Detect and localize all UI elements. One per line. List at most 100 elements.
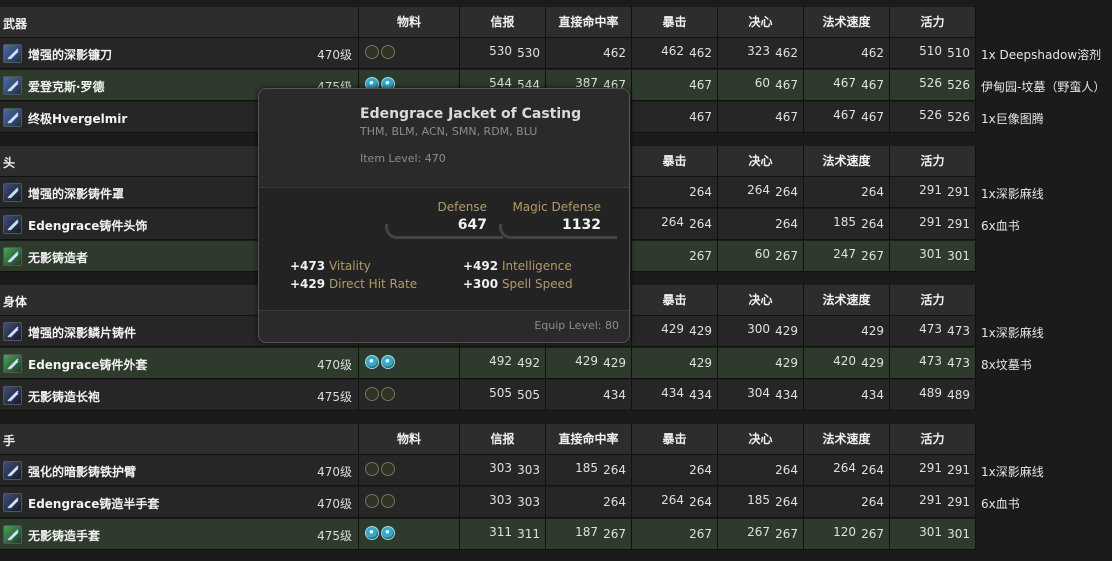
column-header-vitality[interactable]: 活力 (890, 146, 976, 177)
stat-cap-value: 462 (689, 46, 712, 60)
item-name[interactable]: 爱登克斯·罗德 (28, 78, 105, 95)
column-header-vitality[interactable]: 活力 (890, 7, 976, 38)
item-level: 475级 (317, 529, 352, 543)
stat-cap-value: 467 (775, 78, 798, 92)
column-header-vitality[interactable]: 活力 (890, 424, 976, 455)
column-header-crit_info[interactable]: 信报 (460, 424, 546, 455)
item-name[interactable]: 无影铸造长袍 (28, 388, 100, 405)
item-name[interactable]: 强化的暗影铸铁护臂 (28, 463, 136, 480)
section-title: 身体 (3, 295, 28, 309)
stat-base-value: 291 (919, 215, 942, 229)
stat-cell: 462 462 (632, 38, 718, 69)
stat-base-value: 264 (833, 461, 856, 475)
stat-base-value: 291 (919, 461, 942, 475)
column-header-spell_speed[interactable]: 法术速度 (804, 7, 890, 38)
stat-base-value: 247 (833, 247, 856, 261)
stat-cap-value: 429 (775, 324, 798, 338)
materia-slots (365, 355, 397, 369)
column-header-crit[interactable]: 暴击 (632, 285, 718, 316)
item-name[interactable]: 无影铸造手套 (28, 527, 100, 544)
column-header-spell_speed[interactable]: 法术速度 (804, 424, 890, 455)
acquisition-note: 1x深影麻线 (981, 187, 1044, 201)
column-header-crit_info[interactable]: 信报 (460, 7, 546, 38)
column-header-materia[interactable]: 物料 (359, 424, 460, 455)
stat-base-value: 267 (747, 525, 770, 539)
bonus-direct-hit: +429 Direct Hit Rate (290, 277, 418, 291)
stat-cap-value: 291 (947, 217, 970, 231)
stat-base-value: 489 (919, 386, 942, 400)
stat-cell: 434 (804, 380, 890, 411)
section-header: 手 物料 信报 直接命中率 暴击 决心 法术速度 活力 (0, 424, 976, 455)
bonus-vitality: +473 Vitality (290, 259, 371, 273)
stat-cell: 303 303 (460, 487, 546, 518)
stat-cell: 434 (546, 380, 632, 411)
materia-cell (359, 348, 460, 379)
stat-cap-value: 301 (947, 249, 970, 263)
item-name[interactable]: Edengrace铸件头饰 (28, 217, 147, 234)
column-header-determination[interactable]: 决心 (718, 146, 804, 177)
column-header-spell_speed[interactable]: 法术速度 (804, 285, 890, 316)
stat-cap-value: 264 (689, 495, 712, 509)
stat-cell: 291 291 (890, 209, 976, 240)
stat-base-value: 473 (919, 354, 942, 368)
item-name[interactable]: 增强的深影镰刀 (28, 46, 112, 63)
item-name[interactable]: 增强的深影铸件罩 (28, 185, 124, 202)
stat-cell: 301 301 (890, 519, 976, 550)
gear-icon (3, 525, 22, 544)
item-name[interactable]: 无影铸造者 (28, 249, 88, 266)
stat-cap-value: 311 (517, 527, 540, 541)
bonus-spell-speed: +300 Spell Speed (463, 277, 573, 291)
stat-cap-value: 434 (689, 388, 712, 402)
stat-cell: 473 473 (890, 316, 976, 347)
item-name[interactable]: Edengrace铸件外套 (28, 356, 147, 373)
stat-cell: 473 473 (890, 348, 976, 379)
table-row[interactable]: Edengrace铸件外套 470级 492 492 429 429 429 429 420 42… (0, 348, 1032, 379)
stat-cell: 526 526 (890, 70, 976, 101)
stat-cap-value: 264 (861, 463, 884, 477)
stat-cap-value: 526 (947, 110, 970, 124)
table-row[interactable]: Edengrace铸造半手套 470级 303 303 264 264 264 185 264 2… (0, 487, 1020, 518)
stat-base-value: 323 (747, 44, 770, 58)
defense-divider (385, 224, 503, 239)
stat-cell: 264 (546, 487, 632, 518)
stat-cap-value: 434 (603, 388, 626, 402)
column-header-direct_hit[interactable]: 直接命中率 (546, 424, 632, 455)
stat-cell: 505 505 (460, 380, 546, 411)
gear-icon (3, 386, 22, 405)
stat-cap-value: 264 (861, 217, 884, 231)
item-name[interactable]: 增强的深影鳞片铸件 (28, 324, 136, 341)
stat-cell: 304 434 (718, 380, 804, 411)
column-header-materia[interactable]: 物料 (359, 7, 460, 38)
column-header-vitality[interactable]: 活力 (890, 285, 976, 316)
materia-cell (359, 519, 460, 550)
stat-cap-value: 492 (517, 356, 540, 370)
materia-cell (359, 38, 460, 69)
item-name[interactable]: Edengrace铸造半手套 (28, 495, 159, 512)
table-row[interactable]: 无影铸造手套 475级 311 311 187 267 267 267 267 120 267 301… (0, 519, 976, 550)
stat-cap-value: 264 (689, 185, 712, 199)
item-name[interactable]: 终极Hvergelmir (28, 110, 127, 127)
stat-base-value: 429 (661, 322, 684, 336)
materia-slot-icon (365, 387, 379, 401)
materia-slots (365, 526, 397, 540)
stat-base-value: 264 (747, 183, 770, 197)
stat-cell: 267 (632, 241, 718, 272)
column-header-crit[interactable]: 暴击 (632, 424, 718, 455)
stat-cell: 429 429 (632, 316, 718, 347)
column-header-direct_hit[interactable]: 直接命中率 (546, 7, 632, 38)
item-name-cell: Edengrace铸件外套 470级 (0, 348, 359, 379)
stat-cell: 264 (632, 455, 718, 486)
stat-cap-value: 429 (861, 356, 884, 370)
column-header-determination[interactable]: 决心 (718, 285, 804, 316)
column-header-crit[interactable]: 暴击 (632, 146, 718, 177)
section-header: 武器 物料 信报 直接命中率 暴击 决心 法术速度 活力 (0, 7, 976, 38)
table-row[interactable]: 无影铸造长袍 475级 505 505 434 434 434 304 434 434 489 489 (0, 380, 976, 411)
column-header-determination[interactable]: 决心 (718, 7, 804, 38)
column-header-spell_speed[interactable]: 法术速度 (804, 146, 890, 177)
table-row[interactable]: 强化的暗影铸铁护臂 470级 303 303 185 264 264 264 264 264 291… (0, 455, 1044, 486)
table-row[interactable]: 增强的深影镰刀 470级 530 530 462 462 462 323 462 462 510 51… (0, 38, 1101, 69)
column-header-determination[interactable]: 决心 (718, 424, 804, 455)
stat-cell: 187 267 (546, 519, 632, 550)
stat-base-value: 300 (747, 322, 770, 336)
column-header-crit[interactable]: 暴击 (632, 7, 718, 38)
